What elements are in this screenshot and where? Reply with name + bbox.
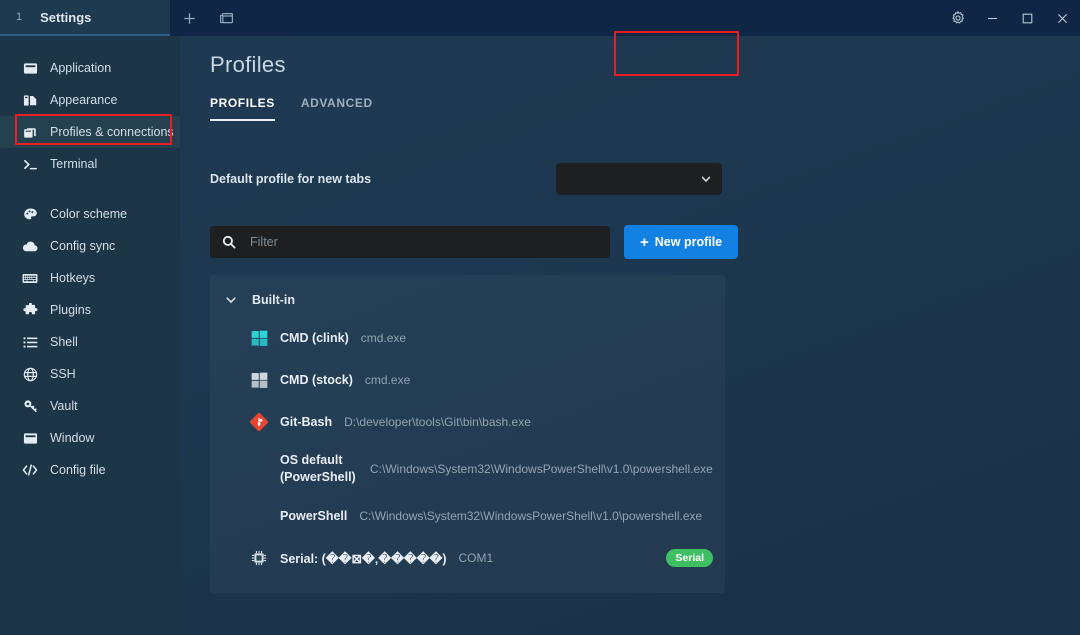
- profile-path: C:\Windows\System32\WindowsPowerShell\v1…: [370, 462, 713, 476]
- profiles-panel: Built-in CMD (clink) cmd.exe CMD (stock)…: [210, 275, 725, 593]
- profile-row[interactable]: OS default (PowerShell) C:\Windows\Syste…: [210, 443, 725, 495]
- tab-title: Settings: [40, 9, 92, 25]
- profile-name: CMD (stock): [280, 373, 353, 387]
- chevron-down-icon: [700, 173, 712, 185]
- sidebar-item-label: Vault: [50, 399, 78, 413]
- sidebar-item-color-scheme[interactable]: Color scheme: [0, 198, 180, 230]
- tab-index: 1: [16, 11, 23, 23]
- profile-row[interactable]: Serial: (��⊠�‚�����) COM1 Serial: [210, 537, 725, 579]
- sidebar-item-profiles-and-connections[interactable]: Profiles & connections: [0, 116, 180, 148]
- window-split-icon[interactable]: [208, 0, 246, 36]
- sidebar-item-label: Color scheme: [50, 207, 128, 221]
- chip-icon: [250, 549, 268, 567]
- gear-icon[interactable]: [940, 0, 975, 36]
- profile-path: C:\Windows\System32\WindowsPowerShell\v1…: [359, 509, 703, 523]
- profile-name: PowerShell: [280, 509, 348, 523]
- page-title: Profiles: [210, 52, 286, 77]
- sidebar-item-label: Terminal: [50, 157, 98, 171]
- main-content: Profiles PROFILES ADVANCED Default profi…: [180, 31, 1080, 635]
- plus-icon: +: [640, 233, 649, 251]
- profile-path: COM1: [458, 551, 494, 565]
- palette-icon: [22, 206, 38, 222]
- sidebar-item-application[interactable]: Application: [0, 52, 180, 84]
- profile-path: cmd.exe: [360, 331, 407, 345]
- default-profile-label: Default profile for new tabs: [210, 172, 372, 186]
- chevron-down-icon: [224, 293, 238, 307]
- sidebar-item-ssh[interactable]: SSH: [0, 358, 180, 390]
- sidebar-item-label: Config sync: [50, 239, 116, 253]
- code-icon: [22, 462, 38, 478]
- profile-group-built-in[interactable]: Built-in: [210, 283, 725, 317]
- close-button[interactable]: [1045, 0, 1080, 36]
- settings-window: 1 Settings Application Appearance Profil…: [0, 0, 1080, 635]
- profile-row[interactable]: PowerShell C:\Windows\System32\WindowsPo…: [210, 495, 725, 537]
- profile-name: Git-Bash: [280, 415, 333, 429]
- sidebar-divider-gap: [0, 180, 180, 198]
- sidebar-item-label: Plugins: [50, 303, 91, 317]
- profile-name: CMD (clink): [280, 331, 349, 345]
- sidebar-item-appearance[interactable]: Appearance: [0, 84, 180, 116]
- tab-advanced[interactable]: ADVANCED: [301, 96, 373, 121]
- sidebar-item-config-sync[interactable]: Config sync: [0, 230, 180, 262]
- windows-icon-grey: [250, 371, 268, 389]
- filter-input[interactable]: Filter: [210, 226, 610, 258]
- new-profile-button[interactable]: + New profile: [624, 225, 739, 259]
- profile-group-label: Built-in: [252, 293, 296, 307]
- title-bar: 1 Settings: [0, 0, 1080, 36]
- content-tabs: PROFILES ADVANCED: [210, 96, 1080, 121]
- filter-placeholder: Filter: [250, 235, 278, 249]
- sidebar-item-vault[interactable]: Vault: [0, 390, 180, 422]
- git-icon: [250, 413, 268, 431]
- puzzle-icon: [22, 302, 38, 318]
- palette-bars-icon: [22, 92, 38, 108]
- profile-name: OS default (PowerShell): [280, 453, 356, 484]
- filter-row: Filter + New profile: [210, 31, 1080, 259]
- profile-path: cmd.exe: [364, 373, 411, 387]
- sidebar-item-window[interactable]: Window: [0, 422, 180, 454]
- sidebar-item-label: Window: [50, 431, 95, 445]
- sidebar-item-terminal[interactable]: Terminal: [0, 148, 180, 180]
- tab-profiles[interactable]: PROFILES: [210, 96, 275, 121]
- sidebar-item-hotkeys[interactable]: Hotkeys: [0, 262, 180, 294]
- sidebar-item-label: SSH: [50, 367, 76, 381]
- window-icon: [22, 60, 38, 76]
- sidebar-item-label: Application: [50, 61, 112, 75]
- new-profile-label: New profile: [654, 235, 723, 249]
- profile-row[interactable]: Git-Bash D:\developer\tools\Git\bin\bash…: [210, 401, 725, 443]
- sidebar-item-label: Appearance: [50, 93, 118, 107]
- minimize-button[interactable]: [975, 0, 1010, 36]
- profile-path: D:\developer\tools\Git\bin\bash.exe: [344, 415, 531, 429]
- sidebar-item-label: Config file: [50, 463, 106, 477]
- default-profile-row: Default profile for new tabs: [210, 163, 1080, 195]
- sidebar: Application Appearance Profiles & connec…: [0, 36, 180, 635]
- sidebar-item-label: Hotkeys: [50, 271, 96, 285]
- default-profile-select[interactable]: [556, 163, 722, 195]
- maximize-button[interactable]: [1010, 0, 1045, 36]
- copy-icon: [22, 124, 38, 140]
- sidebar-item-plugins[interactable]: Plugins: [0, 294, 180, 326]
- window-tab-settings[interactable]: 1 Settings: [0, 0, 170, 36]
- profile-row[interactable]: CMD (stock) cmd.exe: [210, 359, 725, 401]
- globe-icon: [22, 366, 38, 382]
- profile-name: Serial: (��⊠�‚�����): [280, 551, 447, 566]
- windows-icon-cyan: [250, 329, 268, 347]
- list-icon: [22, 334, 38, 350]
- key-icon: [22, 398, 38, 414]
- new-tab-button[interactable]: [170, 0, 208, 36]
- keyboard-icon: [22, 270, 38, 286]
- cloud-icon: [22, 238, 38, 254]
- titlebar-spacer: [246, 0, 940, 36]
- prompt-icon: [22, 156, 38, 172]
- status-badge: Serial: [666, 549, 713, 567]
- window-icon: [22, 430, 38, 446]
- sidebar-item-label: Shell: [50, 335, 78, 349]
- profile-row[interactable]: CMD (clink) cmd.exe: [210, 317, 725, 359]
- sidebar-item-label: Profiles & connections: [50, 125, 174, 139]
- sidebar-item-shell[interactable]: Shell: [0, 326, 180, 358]
- search-icon: [222, 235, 236, 249]
- sidebar-item-config-file[interactable]: Config file: [0, 454, 180, 486]
